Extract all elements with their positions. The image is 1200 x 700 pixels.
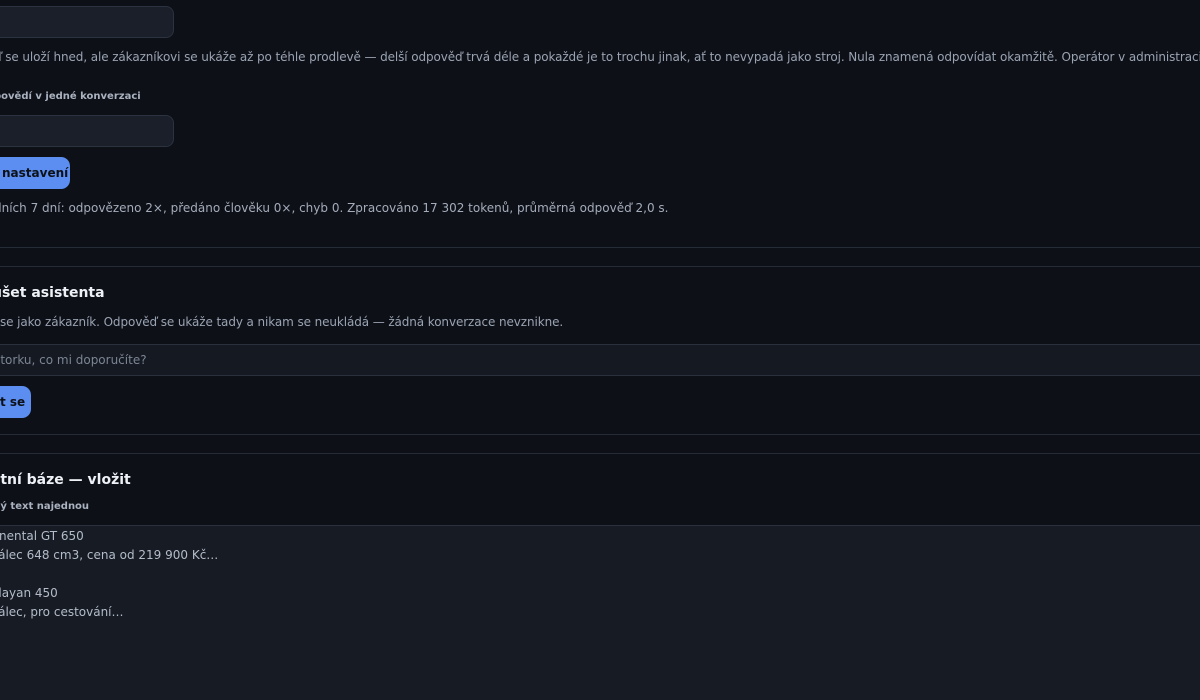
try-assistant-title: ušet asistenta [0, 285, 105, 301]
stats-summary: dních 7 dní: odpovězeno 2×, předáno člov… [0, 201, 669, 215]
textarea-line: válec 648 cm3, cena od 219 900 Kč… [0, 548, 219, 562]
textarea-line [0, 565, 1200, 584]
reply-delay-input[interactable] [0, 6, 174, 38]
test-message-placeholder: otorku, co mi doporučíte? [0, 353, 147, 367]
knowledge-base-title: stní báze — vložit [0, 472, 131, 488]
divider [0, 247, 1200, 248]
reply-delay-help-text: ď se uloží hned, ale zákazníkovi se ukáž… [0, 50, 1200, 64]
textarea-line: tinental GT 650 [0, 529, 84, 543]
save-settings-button[interactable]: nastavení [0, 157, 70, 189]
try-assistant-description: se jako zákazník. Odpověď se ukáže tady … [0, 315, 564, 329]
max-replies-input[interactable] [0, 115, 174, 147]
textarea-line: alayan 450 [0, 586, 58, 600]
knowledge-base-field-label: lý text najednou [0, 501, 90, 512]
knowledge-base-textarea[interactable]: tinental GT 650 válec 648 cm3, cena od 2… [0, 525, 1200, 700]
divider [0, 453, 1200, 454]
assistant-settings-page: ď se uloží hned, ale zákazníkovi se ukáž… [0, 0, 1200, 700]
divider [0, 434, 1200, 435]
ask-button[interactable]: t se [0, 386, 31, 418]
divider [0, 266, 1200, 267]
textarea-line: válec, pro cestování… [0, 605, 124, 619]
max-replies-label: povědí v jedné konverzaci [0, 91, 141, 102]
test-message-input[interactable]: otorku, co mi doporučíte? [0, 344, 1200, 376]
